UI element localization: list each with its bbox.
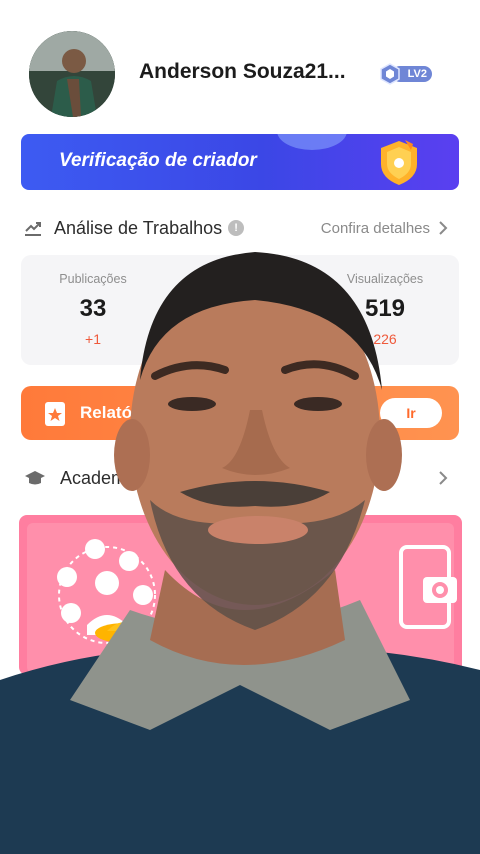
verification-title: Verificação de criador bbox=[59, 150, 257, 171]
shield-badge-icon bbox=[381, 140, 417, 185]
profile-name: Anderson Souza21... bbox=[139, 60, 346, 83]
avatar[interactable] bbox=[29, 31, 115, 117]
level-badge: LV2 bbox=[380, 63, 432, 85]
camera-overlay bbox=[0, 252, 480, 854]
banner-glow bbox=[277, 134, 347, 150]
creator-verification-banner[interactable]: Verificação de criador bbox=[21, 134, 459, 190]
level-hex-icon bbox=[380, 63, 400, 85]
